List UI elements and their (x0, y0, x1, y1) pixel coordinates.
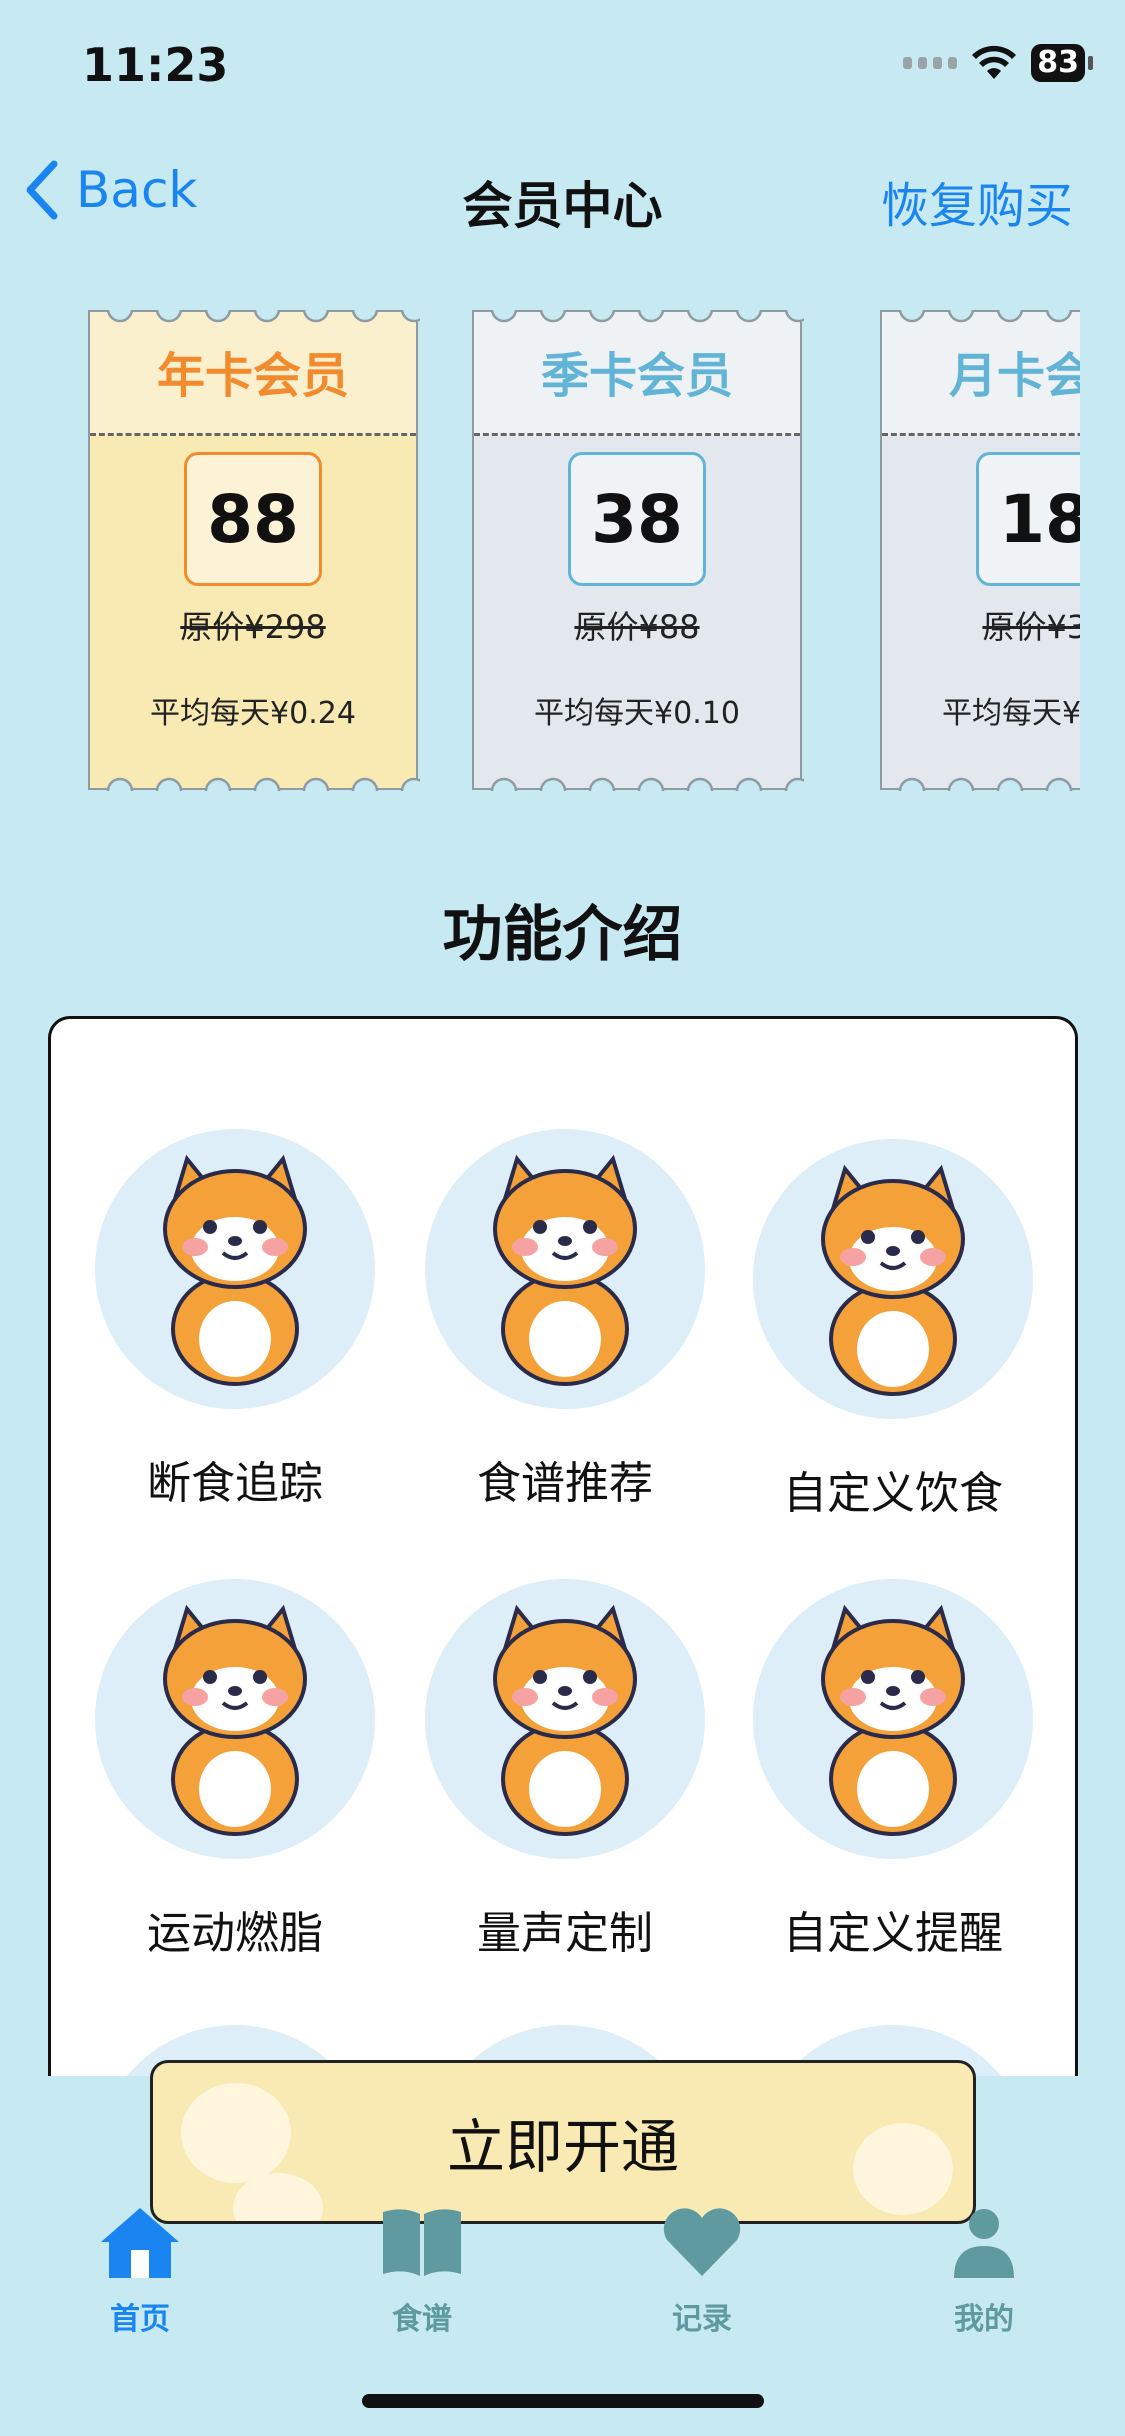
feature-label: 量声定制 (477, 1908, 653, 1959)
ticket-scallop-edge (106, 777, 420, 791)
plan-original-price: 原价¥298 (180, 608, 326, 646)
cellular-signal-icon (903, 57, 958, 69)
person-icon (954, 2209, 1014, 2278)
tab-label: 记录 (672, 2302, 732, 2337)
tab-profile[interactable]: 我的 (914, 2202, 1054, 2338)
tab-recipes[interactable]: 食谱 (352, 2202, 492, 2338)
tab-home[interactable]: 首页 (70, 2202, 210, 2338)
wifi-icon (972, 45, 1017, 79)
plan-name: 季卡会员 (474, 312, 800, 436)
ticket-scallop-edge (898, 310, 1073, 323)
feature-label: 自定义饮食 (783, 1468, 1003, 1519)
feature-label: 自定义提醒 (783, 1908, 1003, 1959)
shiba-waving-icon (95, 1579, 375, 1859)
shiba-eating-noodles-icon (425, 1129, 705, 1409)
feature-label: 食谱推荐 (477, 1458, 653, 1509)
plan-original-price: 原价¥38 (982, 608, 1080, 646)
plan-daily-price: 平均每天¥0.24 (150, 696, 356, 731)
plan-carousel[interactable]: 年卡会员 88 原价¥298 平均每天¥0.24 季卡会员 38 原价¥88 平… (0, 310, 1080, 800)
restore-purchase-button[interactable]: 恢复购买 (881, 166, 1073, 236)
shiba-chef-icon (753, 1139, 1033, 1419)
features-panel: 断食追踪 食谱推荐 自定义饮食 运动燃脂 量声定制 自定义提醒 (48, 1016, 1078, 2076)
heart-icon (663, 2208, 741, 2276)
plan-price: 88 (184, 452, 322, 586)
status-indicators: 83 (903, 44, 1093, 82)
feature-item[interactable]: 量声定制 (415, 1579, 715, 1961)
feature-item[interactable]: 自定义饮食 (743, 1139, 1043, 1521)
feature-item[interactable]: 自定义提醒 (743, 1579, 1043, 1961)
tab-label: 食谱 (392, 2302, 452, 2337)
tab-records[interactable]: 记录 (632, 2202, 772, 2338)
book-icon (383, 2209, 461, 2276)
plan-card-monthly[interactable]: 月卡会员 18 原价¥38 平均每天¥0.60 (880, 310, 1080, 791)
feature-label: 运动燃脂 (147, 1908, 323, 1959)
shiba-with-bone-icon (95, 1129, 375, 1409)
feature-item[interactable]: 运动燃脂 (85, 1579, 385, 1961)
plan-name: 月卡会员 (882, 312, 1080, 436)
plan-price: 18 (976, 452, 1080, 586)
ticket-scallop-edge (490, 310, 804, 323)
status-time: 11:23 (82, 38, 229, 92)
plan-name: 年卡会员 (90, 312, 416, 436)
ticket-scallop-edge (490, 777, 804, 791)
paw-print-decoration (181, 2083, 291, 2183)
tab-label: 首页 (110, 2302, 170, 2337)
feature-item[interactable]: 食谱推荐 (415, 1129, 715, 1511)
tab-label: 我的 (954, 2302, 1014, 2337)
feature-item[interactable]: 断食追踪 (85, 1129, 385, 1511)
ticket-scallop-edge (106, 310, 420, 323)
shiba-briefcase-icon (425, 1579, 705, 1859)
home-indicator (362, 2394, 764, 2408)
plan-original-price: 原价¥88 (574, 608, 700, 646)
home-icon (101, 2208, 179, 2278)
features-title: 功能介绍 (442, 900, 683, 970)
shiba-headband-icon (753, 1579, 1033, 1859)
plan-daily-price: 平均每天¥0.60 (942, 696, 1080, 731)
plan-price: 38 (568, 452, 706, 586)
battery-indicator: 83 (1031, 44, 1093, 82)
plan-card-quarterly[interactable]: 季卡会员 38 原价¥88 平均每天¥0.10 (472, 310, 804, 791)
ticket-scallop-edge (898, 777, 1073, 791)
plan-daily-price: 平均每天¥0.10 (534, 696, 740, 731)
subscribe-now-label: 立即开通 (446, 2113, 679, 2181)
plan-card-annual[interactable]: 年卡会员 88 原价¥298 平均每天¥0.24 (88, 310, 420, 791)
feature-label: 断食追踪 (147, 1458, 323, 1509)
